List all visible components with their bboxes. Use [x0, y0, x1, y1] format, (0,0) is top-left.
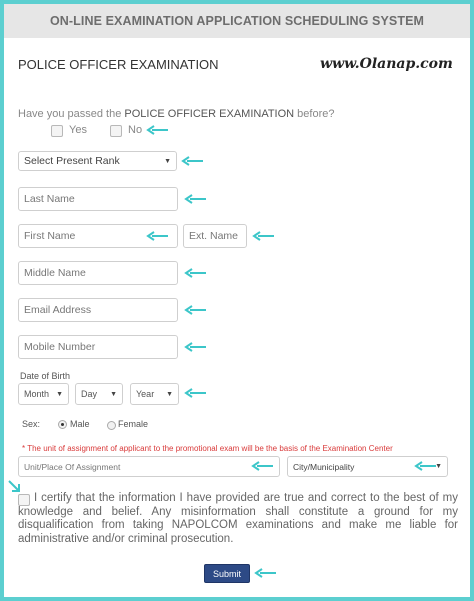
present-rank-value: Select Present Rank [24, 155, 120, 167]
mobile-placeholder: Mobile Number [24, 341, 96, 353]
question-prefix: Have you passed the [18, 108, 125, 120]
submit-button[interactable]: Submit [204, 564, 250, 583]
dob-label: Date of Birth [20, 371, 71, 381]
arrow-left-icon [184, 342, 206, 352]
sex-label: Sex: [22, 419, 41, 429]
ext-name-placeholder: Ext. Name [189, 230, 239, 242]
no-checkbox[interactable] [110, 125, 122, 137]
arrow-left-icon [146, 125, 168, 135]
unit-placeholder: Unit/Place Of Assignment [24, 461, 121, 472]
question-suffix: before? [294, 108, 335, 120]
arrow-left-icon [184, 268, 206, 278]
last-name-placeholder: Last Name [24, 193, 75, 205]
middle-name-placeholder: Middle Name [24, 267, 86, 279]
chevron-down-icon: ▼ [110, 390, 117, 398]
exam-title: POLICE OFFICER EXAMINATION [18, 57, 219, 72]
day-value: Day [81, 389, 98, 399]
yes-label: Yes [69, 124, 87, 136]
present-rank-select[interactable]: Select Present Rank ▼ [18, 151, 177, 171]
certification-text: I certify that the information I have pr… [18, 492, 458, 545]
chevron-down-icon: ▼ [435, 463, 442, 470]
arrow-left-icon [251, 461, 273, 471]
chevron-down-icon: ▼ [166, 390, 173, 398]
dob-day-select[interactable]: Day ▼ [75, 383, 123, 405]
dob-month-select[interactable]: Month ▼ [18, 383, 69, 405]
email-placeholder: Email Address [24, 304, 92, 316]
chevron-down-icon: ▼ [164, 157, 171, 165]
unit-assignment-field[interactable]: Unit/Place Of Assignment [18, 456, 280, 477]
arrow-left-icon [254, 568, 276, 578]
assignment-note: * The unit of assignment of applicant to… [22, 444, 393, 453]
mobile-number-field[interactable]: Mobile Number [18, 335, 178, 359]
no-label: No [128, 124, 143, 136]
male-label: Male [70, 419, 90, 429]
chevron-down-icon: ▼ [56, 390, 63, 398]
last-name-field[interactable]: Last Name [18, 187, 178, 211]
email-field[interactable]: Email Address [18, 298, 178, 322]
arrow-left-icon [184, 194, 206, 204]
female-label: Female [118, 419, 149, 429]
dob-year-select[interactable]: Year ▼ [130, 383, 179, 405]
arrow-left-icon [414, 461, 436, 471]
middle-name-field[interactable]: Middle Name [18, 261, 178, 285]
city-value: City/Municipality [293, 461, 355, 472]
arrow-left-icon [146, 231, 168, 241]
arrow-left-icon [184, 388, 206, 398]
sex-male-radio[interactable] [58, 420, 67, 429]
passed-exam-question: Have you passed the POLICE OFFICER EXAMI… [18, 108, 335, 120]
first-name-placeholder: First Name [24, 230, 76, 242]
yes-checkbox[interactable] [51, 125, 63, 137]
system-header: ON-LINE EXAMINATION APPLICATION SCHEDULI… [4, 4, 470, 38]
ext-name-field[interactable]: Ext. Name [183, 224, 247, 248]
arrow-left-icon [252, 231, 274, 241]
question-exam-name: POLICE OFFICER EXAMINATION [124, 108, 295, 120]
arrow-left-icon [184, 305, 206, 315]
month-value: Month [24, 389, 50, 399]
arrow-left-icon [181, 156, 203, 166]
site-watermark: www.Olanap.com [320, 56, 453, 72]
sex-female-radio[interactable] [107, 421, 116, 430]
year-value: Year [136, 389, 155, 399]
